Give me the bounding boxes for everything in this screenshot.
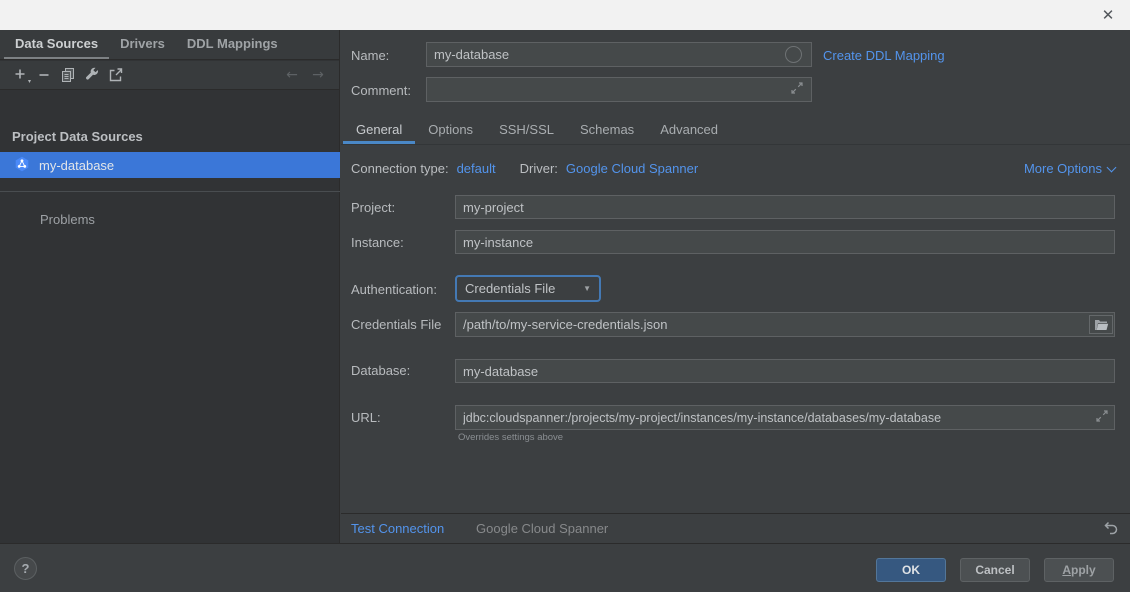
more-options-link[interactable]: More Options (1024, 161, 1115, 176)
comment-expand-icon[interactable] (790, 81, 804, 98)
url-expand-icon[interactable] (1095, 409, 1109, 426)
create-ddl-mapping-link[interactable]: Create DDL Mapping (823, 48, 945, 63)
apply-button[interactable]: Apply (1044, 558, 1114, 582)
tab-general[interactable]: General (343, 117, 415, 144)
driver-label: Driver: (520, 161, 558, 176)
tab-data-sources[interactable]: Data Sources (4, 30, 109, 59)
dialog-titlebar: ✕ (0, 0, 1130, 30)
driver-value-link[interactable]: Google Cloud Spanner (566, 161, 698, 176)
database-input[interactable] (455, 359, 1115, 383)
connection-type-label: Connection type: (351, 161, 449, 176)
tab-drivers[interactable]: Drivers (109, 30, 176, 59)
tab-schemas[interactable]: Schemas (567, 117, 647, 144)
url-label: URL: (351, 410, 381, 425)
comment-input[interactable] (426, 77, 812, 102)
add-caret-icon: ▾ (28, 79, 31, 85)
data-source-label: my-database (39, 158, 114, 173)
open-in-new-icon[interactable] (104, 64, 128, 86)
tab-advanced[interactable]: Advanced (647, 117, 731, 144)
left-panel-divider (0, 191, 340, 192)
test-connection-link[interactable]: Test Connection (351, 521, 444, 536)
project-data-sources-header: Project Data Sources (12, 129, 143, 144)
connection-type-row: Connection type: default Driver: Google … (351, 161, 1115, 176)
connection-type-value-link[interactable]: default (457, 161, 496, 176)
help-button[interactable]: ? (14, 557, 37, 580)
tab-ddl-mappings[interactable]: DDL Mappings (176, 30, 289, 59)
dialog-footer: ? OK Cancel Apply (0, 543, 1130, 592)
chevron-down-icon (1107, 162, 1117, 172)
url-override-note: Overrides settings above (458, 432, 563, 443)
database-label: Database: (351, 363, 410, 378)
remove-icon[interactable] (32, 64, 56, 86)
left-panel: Data Sources Drivers DDL Mappings ▾ (0, 30, 340, 543)
comment-label: Comment: (351, 83, 411, 98)
dropdown-arrow-icon: ▼ (583, 284, 591, 293)
close-icon[interactable]: ✕ (1096, 4, 1120, 26)
data-sources-dialog: ✕ Data Sources Drivers DDL Mappings ▾ (0, 0, 1130, 592)
name-loading-ring-icon (785, 46, 802, 63)
add-icon[interactable]: ▾ (8, 64, 32, 86)
forward-arrow-icon[interactable]: → (305, 67, 331, 83)
instance-input[interactable] (455, 230, 1115, 254)
revert-icon[interactable] (1100, 518, 1122, 540)
authentication-value: Credentials File (465, 281, 555, 296)
test-row-separator (341, 513, 1130, 514)
name-input[interactable] (426, 42, 812, 67)
authentication-label: Authentication: (351, 282, 437, 297)
credentials-file-label: Credentials File (351, 317, 441, 332)
credentials-file-input[interactable] (455, 312, 1115, 337)
tab-options[interactable]: Options (415, 117, 486, 144)
project-input[interactable] (455, 195, 1115, 219)
wrench-icon[interactable] (80, 64, 104, 86)
back-arrow-icon[interactable]: ← (279, 67, 305, 83)
left-tabbar: Data Sources Drivers DDL Mappings (0, 30, 339, 60)
name-label: Name: (351, 48, 389, 63)
url-input[interactable] (455, 405, 1115, 430)
test-driver-name: Google Cloud Spanner (476, 521, 608, 536)
more-options-label: More Options (1024, 161, 1102, 176)
project-label: Project: (351, 200, 395, 215)
detail-tabbar: General Options SSH/SSL Schemas Advanced (341, 117, 1130, 145)
problems-section[interactable]: Problems (40, 212, 95, 227)
cancel-button[interactable]: Cancel (960, 558, 1030, 582)
browse-folder-icon[interactable] (1089, 315, 1113, 334)
ok-button[interactable]: OK (876, 558, 946, 582)
tab-ssh-ssl[interactable]: SSH/SSL (486, 117, 567, 144)
instance-label: Instance: (351, 235, 404, 250)
authentication-select[interactable]: Credentials File ▼ (455, 275, 601, 302)
data-source-my-database[interactable]: my-database (0, 152, 340, 178)
left-toolbar: ▾ (0, 61, 339, 90)
duplicate-icon[interactable] (56, 64, 80, 86)
cloud-spanner-icon (14, 156, 30, 175)
